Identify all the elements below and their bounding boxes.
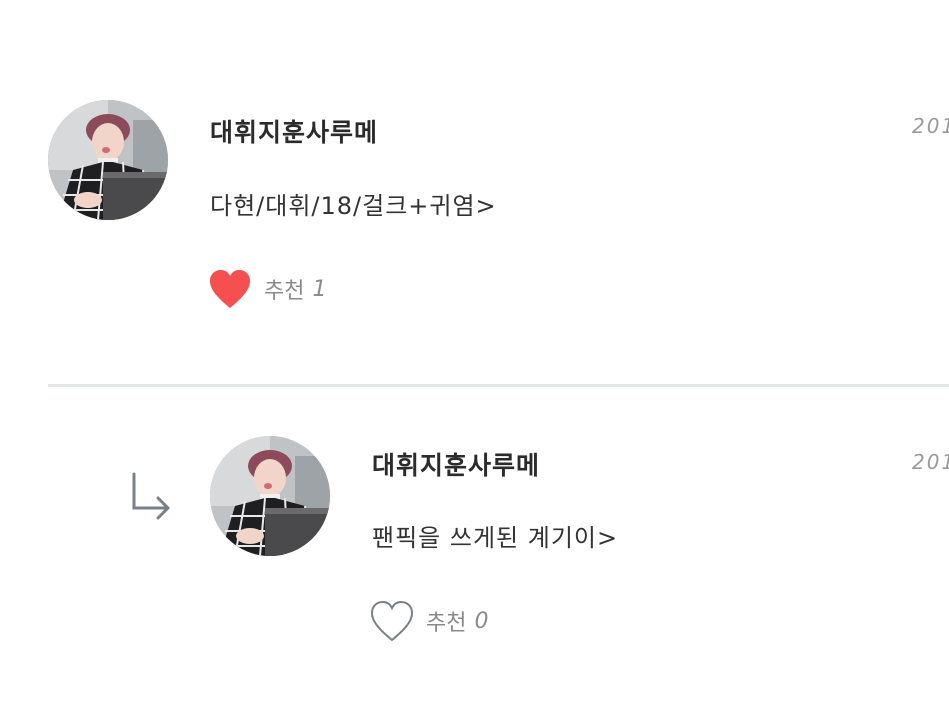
heart-outline-icon — [370, 600, 414, 642]
like-button[interactable]: 추천 0 — [370, 600, 488, 642]
like-label: 추천 — [426, 611, 467, 636]
avatar-photo — [210, 436, 330, 556]
reply-arrow-icon — [132, 472, 170, 520]
like-count: 1 — [312, 276, 327, 302]
like-count: 0 — [474, 608, 489, 634]
comment-text: 다현/대휘/18/걸크+귀염> — [210, 192, 497, 220]
comment-text: 팬픽을 쓰게된 계기이> — [372, 524, 619, 552]
comment-thread: 대휘지훈사루메 201 다현/대휘/18/걸크+귀염> 추천 1 대휘지 — [0, 0, 949, 712]
comment-username[interactable]: 대휘지훈사루메 — [210, 113, 378, 149]
like-button[interactable]: 추천 1 — [208, 268, 326, 310]
divider — [48, 384, 949, 387]
comment-username[interactable]: 대휘지훈사루메 — [372, 446, 540, 482]
avatar-photo — [48, 100, 168, 220]
heart-filled-icon — [210, 270, 250, 308]
avatar[interactable] — [210, 436, 330, 556]
comment-date: 201 — [912, 114, 949, 138]
like-label: 추천 — [264, 279, 305, 304]
avatar[interactable] — [48, 100, 168, 220]
comment-date: 201 — [912, 450, 949, 474]
